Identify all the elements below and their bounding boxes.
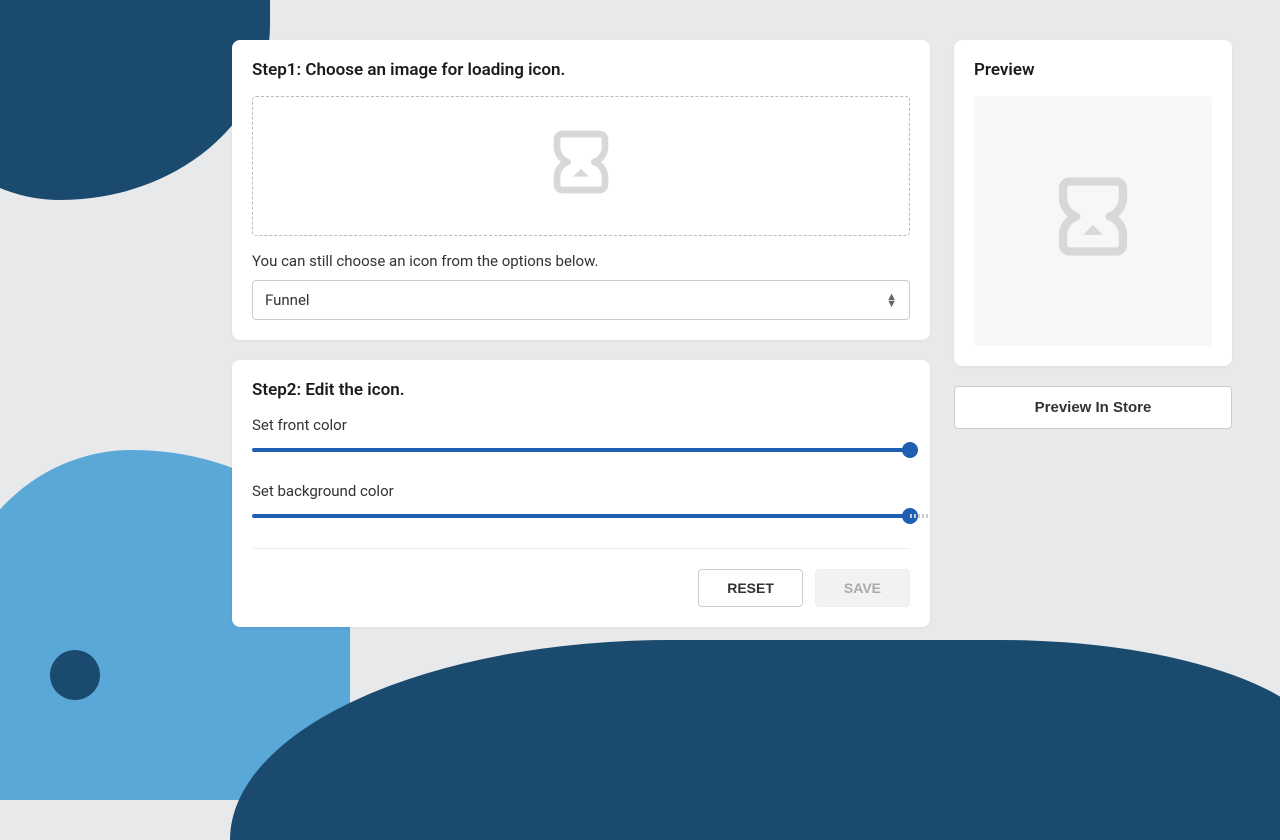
reset-button[interactable]: RESET [698,569,803,607]
save-button[interactable]: SAVE [815,569,910,607]
step1-title: Step1: Choose an image for loading icon. [252,60,910,80]
step1-card: Step1: Choose an image for loading icon.… [232,40,930,340]
preview-card: Preview [954,40,1232,366]
icon-select[interactable]: Funnel ▲▼ [252,280,910,320]
icon-select-value: Funnel [265,291,310,309]
bg-decoration [50,650,100,700]
step2-card: Step2: Edit the icon. Set front color Se… [232,360,930,627]
slider-thumb[interactable] [902,508,918,524]
hourglass-icon [549,128,613,204]
background-color-label: Set background color [252,482,910,500]
preview-in-store-button[interactable]: Preview In Store [954,386,1232,429]
step2-title: Step2: Edit the icon. [252,380,910,400]
preview-box [974,96,1212,346]
bg-decoration [230,640,1280,840]
front-color-label: Set front color [252,416,910,434]
divider [252,548,910,549]
chevron-updown-icon: ▲▼ [886,293,897,307]
image-dropzone[interactable] [252,96,910,236]
front-color-slider[interactable] [252,448,910,452]
background-color-slider[interactable] [252,514,910,518]
preview-title: Preview [974,60,1212,80]
slider-thumb[interactable] [902,442,918,458]
hourglass-icon [1053,174,1133,269]
step1-hint: You can still choose an icon from the op… [252,252,910,270]
